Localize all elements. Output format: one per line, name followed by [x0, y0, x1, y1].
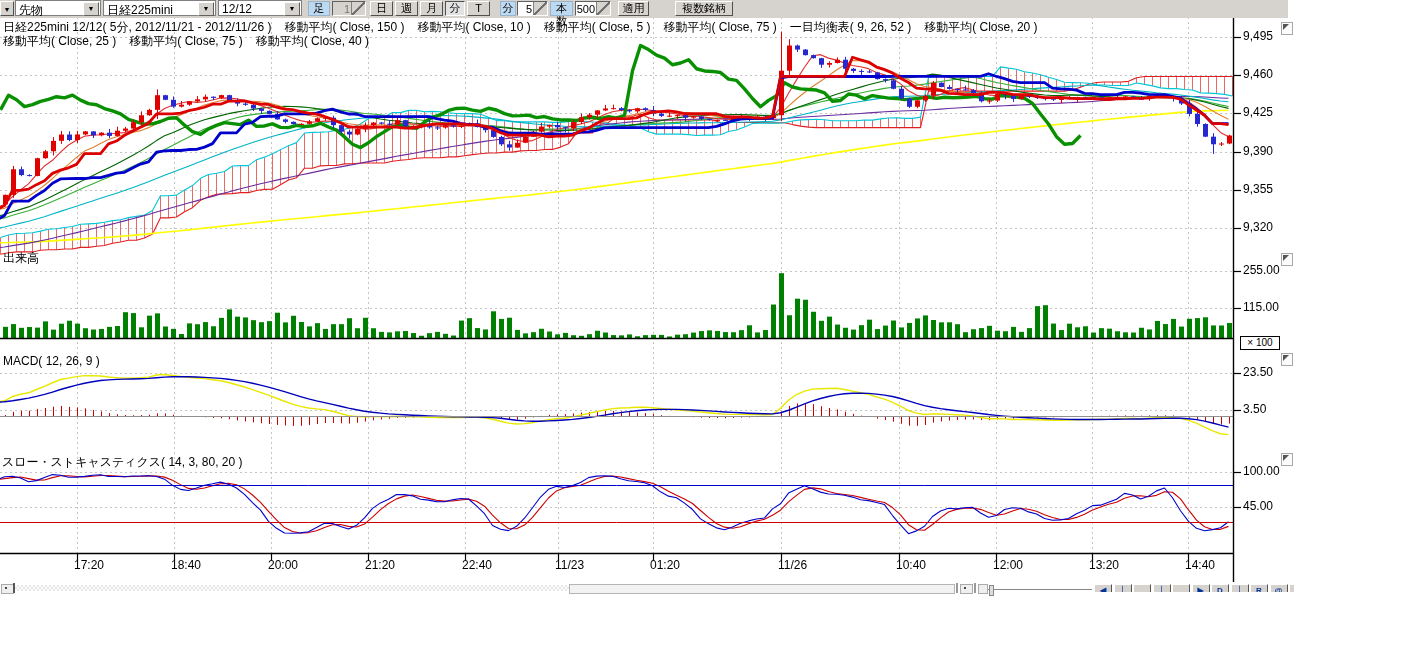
time-axis-label: 21:20 [365, 558, 395, 572]
count-stepper[interactable]: 500 [575, 1, 611, 16]
period-month-button[interactable]: 月 [420, 1, 443, 16]
chart-nav-button[interactable]: @ [1270, 584, 1288, 592]
minute-label: 分 [500, 1, 516, 16]
instrument-type-combobox[interactable]: 先物▼ [15, 0, 101, 16]
time-axis-label: 12:00 [993, 558, 1023, 572]
volume-axis-label: 115.00 [1243, 300, 1279, 314]
time-axis-label: 10:40 [896, 558, 926, 572]
volume-multiplier-badge: × 100 [1240, 336, 1280, 350]
time-axis-label: 17:20 [74, 558, 104, 572]
price-axis-label: 9,390 [1243, 144, 1273, 158]
period-day-button[interactable]: 日 [370, 1, 393, 16]
chevron-down-icon[interactable]: ▼ [83, 2, 99, 16]
spinner-icon[interactable] [533, 2, 547, 15]
price-axis-label: 9,425 [1243, 105, 1273, 119]
time-axis-label: 22:40 [462, 558, 492, 572]
chart-nav-button[interactable]: M [1289, 584, 1294, 592]
zoom-slider-handle[interactable] [989, 585, 994, 596]
chart-nav-button[interactable]: ⏊ [1153, 584, 1171, 592]
price-axis-label: 9,320 [1243, 220, 1273, 234]
period-minute-button[interactable]: 分 [445, 1, 465, 16]
bar-interval-stepper[interactable]: 1 [332, 1, 366, 16]
chevron-down-icon[interactable]: ▼ [198, 2, 214, 16]
volume-panel-title: 出来高 [3, 250, 39, 267]
scrollbar-mini-button[interactable] [960, 584, 973, 594]
chart-legend-line2: 移動平均( Close, 25 ) 移動平均( Close, 75 ) 移動平均… [3, 33, 369, 50]
symbol-combobox[interactable]: 日経225mini▼ [103, 0, 216, 16]
time-axis-label: 14:40 [1185, 558, 1215, 572]
macd-panel-title: MACD( 12, 26, 9 ) [3, 354, 100, 368]
zoom-out-button[interactable] [978, 584, 988, 594]
chevron-down-icon: ▼ [4, 6, 11, 13]
time-axis-label: 13:20 [1089, 558, 1119, 572]
price-axis-label: 9,495 [1243, 29, 1273, 43]
price-axis-label: 9,355 [1243, 182, 1273, 196]
panel-scale-icon[interactable] [1281, 253, 1293, 266]
dot-icon [5, 587, 7, 589]
macd-axis-label: 23.50 [1243, 365, 1273, 379]
chart-nav-button[interactable]: ◀ [1094, 584, 1112, 592]
stoch-axis-label: 45.00 [1243, 499, 1273, 513]
combo-edge-dropdown[interactable]: ▼ [0, 1, 14, 16]
dot-icon [964, 587, 966, 589]
chart-nav-button[interactable]: ⏊ [1231, 584, 1249, 592]
panel-scale-icon[interactable] [1281, 453, 1293, 466]
count-label: 本数 [550, 1, 573, 16]
time-axis-label: 20:00 [268, 558, 298, 572]
period-tick-button[interactable]: T [467, 1, 490, 16]
scrollbar-divider [974, 583, 976, 593]
bar-type-label: 足 [308, 1, 330, 16]
legend-item: 移動平均( Close, 40 ) [256, 33, 369, 50]
legend-item: 移動平均( Close, 75 ) [663, 19, 776, 36]
spinner-icon[interactable] [596, 2, 610, 15]
contract-month-combobox[interactable]: 12/12▼ [218, 0, 302, 16]
minute-stepper[interactable]: 5 [517, 1, 548, 16]
legend-item: 移動平均( Close, 20 ) [924, 19, 1037, 36]
chart-nav-button[interactable]: R [1250, 584, 1268, 592]
chart-nav-buttons: ◀⏊⏊▶D⏊R@M [1094, 584, 1294, 592]
chart-nav-button[interactable]: D [1211, 584, 1229, 592]
time-axis-label: 01:20 [650, 558, 680, 572]
stoch-panel-title: スロー・ストキャスティクス( 14, 3, 80, 20 ) [2, 454, 242, 471]
time-axis-label: 11/26 [778, 558, 807, 572]
legend-item: 移動平均( Close, 25 ) [3, 33, 116, 50]
chevron-down-icon[interactable]: ▼ [284, 2, 300, 16]
zoom-slider[interactable] [988, 589, 1092, 590]
apply-button[interactable]: 適用 [618, 1, 649, 16]
volume-axis-label: 255.00 [1243, 263, 1280, 277]
scrollbar-divider [956, 583, 958, 593]
multi-symbol-button[interactable]: 複数銘柄 [675, 1, 733, 16]
price-axis-label: 9,460 [1243, 67, 1273, 81]
spinner-icon[interactable] [351, 2, 365, 15]
scrollbar-track[interactable] [15, 585, 569, 591]
legend-item: 一目均衡表( 9, 26, 52 ) [790, 19, 911, 36]
toolbar: ▼ 先物▼ 日経225mini▼ 12/12▼ 足 1 日 週 月 分 T 分 … [0, 0, 1288, 18]
macd-axis-label: 3.50 [1243, 402, 1266, 416]
legend-item: 移動平均( Close, 75 ) [129, 33, 242, 50]
stoch-axis-label: 100.00 [1243, 464, 1280, 478]
chart-nav-button[interactable] [1133, 584, 1151, 592]
legend-item: 移動平均( Close, 10 ) [417, 19, 530, 36]
period-week-button[interactable]: 週 [395, 1, 418, 16]
time-axis-label: 11/23 [555, 558, 584, 572]
panel-scale-icon[interactable] [1281, 22, 1293, 35]
chart-nav-button[interactable]: ⏊ [1114, 584, 1132, 592]
scrollbar-thumb[interactable] [569, 584, 955, 594]
panel-scale-icon[interactable] [1281, 353, 1293, 366]
chart-nav-button[interactable]: ▶ [1192, 584, 1210, 592]
chart-nav-button[interactable] [1172, 584, 1190, 592]
time-axis-label: 18:40 [171, 558, 201, 572]
